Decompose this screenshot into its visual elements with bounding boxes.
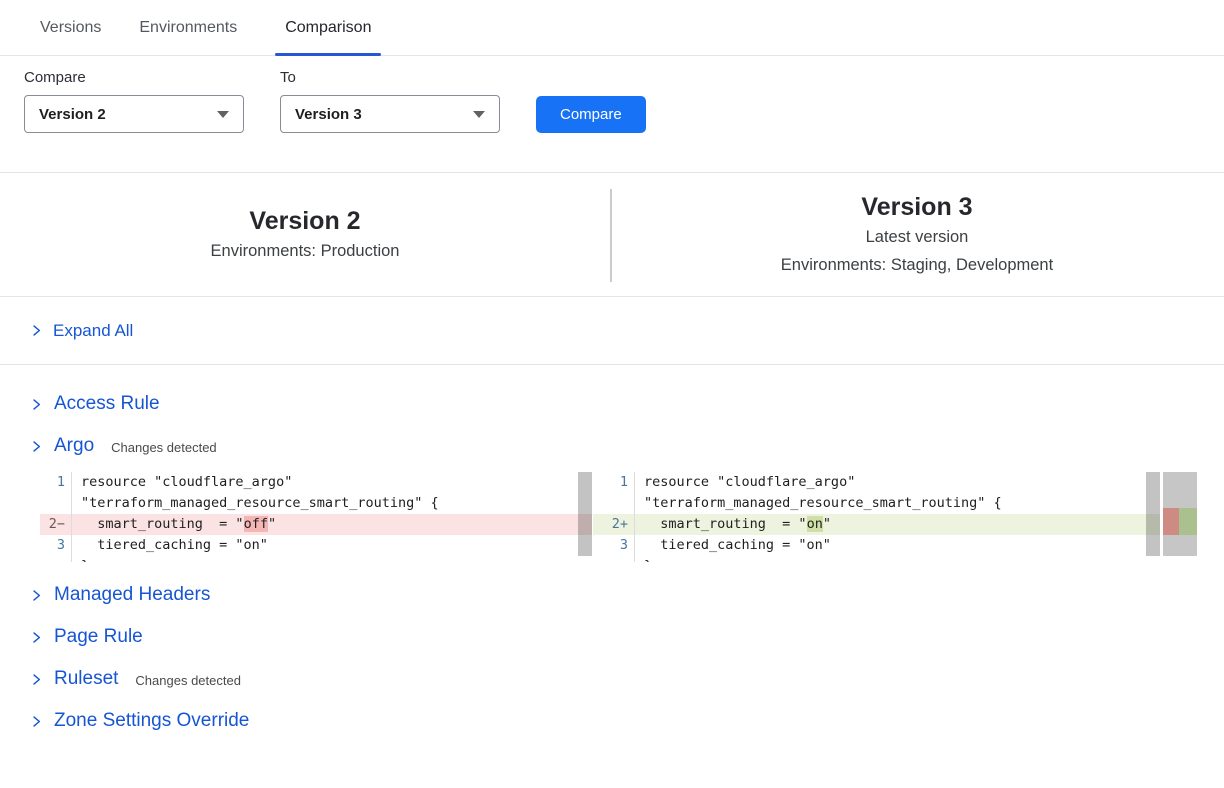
diff-line-removed: 2− smart_routing = "off" <box>40 514 592 535</box>
version-right-title: Version 3 <box>861 191 972 223</box>
code-text: resource "cloudflare_argo" <box>635 472 855 493</box>
compare-to-label: To <box>280 69 500 86</box>
vertical-divider <box>610 189 612 282</box>
section-row-ruleset[interactable]: Ruleset Changes detected <box>0 658 1224 700</box>
chevron-right-icon[interactable] <box>30 714 43 729</box>
code-text: } <box>72 556 89 562</box>
code-text: "terraform_managed_resource_smart_routin… <box>635 493 1002 514</box>
section-label: Managed Headers <box>54 584 210 606</box>
section-label: Zone Settings Override <box>54 710 249 732</box>
removed-token: off <box>244 516 268 532</box>
chevron-right-icon[interactable] <box>30 630 43 645</box>
line-number <box>40 556 72 562</box>
code-text: smart_routing = "on" <box>635 514 831 535</box>
line-number: 2+ <box>593 514 635 535</box>
diff-line: 1 resource "cloudflare_argo" <box>593 472 1160 493</box>
changes-detected-badge: Changes detected <box>111 438 217 455</box>
compare-button[interactable]: Compare <box>536 96 646 133</box>
diff-left-pane: 1 resource "cloudflare_argo" "terraform_… <box>40 472 592 562</box>
section-row-managed-headers[interactable]: Managed Headers <box>0 574 1224 616</box>
chevron-right-icon <box>30 323 43 338</box>
diff-line: } <box>40 556 592 562</box>
code-text: tiered_caching = "on" <box>635 535 831 556</box>
diff-line: 3 tiered_caching = "on" <box>40 535 592 556</box>
tab-versions[interactable]: Versions <box>40 0 101 55</box>
version-headers: Version 2 Environments: Production Versi… <box>0 173 1224 297</box>
added-token: on <box>807 516 823 532</box>
chevron-right-icon[interactable] <box>30 588 43 603</box>
compare-to-value: Version 3 <box>295 106 362 123</box>
changes-detected-badge: Changes detected <box>135 671 241 688</box>
line-number: 2− <box>40 514 72 535</box>
version-left-title: Version 2 <box>249 205 360 237</box>
compare-form: Compare Version 2 To Version 3 Compare <box>0 56 1224 173</box>
code-text: resource "cloudflare_argo" <box>72 472 292 493</box>
code-text: tiered_caching = "on" <box>72 535 268 556</box>
line-number: 1 <box>40 472 72 493</box>
chevron-right-icon[interactable] <box>30 439 43 454</box>
section-row-page-rule[interactable]: Page Rule <box>0 616 1224 658</box>
diff-line-added: 2+ smart_routing = "on" <box>593 514 1160 535</box>
tab-comparison[interactable]: Comparison <box>275 0 381 55</box>
diff-minimap[interactable] <box>1163 472 1197 556</box>
code-text: "terraform_managed_resource_smart_routin… <box>72 493 439 514</box>
compare-from-select[interactable]: Version 2 <box>24 95 244 133</box>
section-label: Access Rule <box>54 393 160 415</box>
section-label: Ruleset <box>54 668 118 690</box>
expand-all-button[interactable]: Expand All <box>0 297 1224 365</box>
code-text: smart_routing = "off" <box>72 514 276 535</box>
section-label: Page Rule <box>54 626 143 648</box>
line-number: 1 <box>593 472 635 493</box>
line-number <box>593 556 635 562</box>
compare-to-field: To Version 3 <box>280 69 500 133</box>
version-right-environments: Environments: Staging, Development <box>781 251 1053 279</box>
tab-environments[interactable]: Environments <box>139 0 237 55</box>
scrollbar[interactable] <box>1146 472 1160 556</box>
minimap-added-marker <box>1179 508 1197 535</box>
chevron-right-icon[interactable] <box>30 672 43 687</box>
code-text: } <box>635 556 652 562</box>
line-number: 3 <box>40 535 72 556</box>
diff-line: 1 resource "cloudflare_argo" <box>40 472 592 493</box>
argo-diff-viewer: 1 resource "cloudflare_argo" "terraform_… <box>40 472 1224 562</box>
compare-from-value: Version 2 <box>39 106 106 123</box>
chevron-right-icon[interactable] <box>30 397 43 412</box>
compare-from-field: Compare Version 2 <box>24 69 244 133</box>
expand-all-label: Expand All <box>53 321 133 341</box>
version-right-latest: Latest version <box>866 223 969 251</box>
section-label: Argo <box>54 435 94 457</box>
diff-line: "terraform_managed_resource_smart_routin… <box>593 493 1160 514</box>
chevron-down-icon <box>217 111 229 118</box>
line-number <box>40 493 72 514</box>
tab-bar: Versions Environments Comparison <box>0 0 1224 56</box>
chevron-down-icon <box>473 111 485 118</box>
scrollbar[interactable] <box>578 472 592 556</box>
version-right-panel: Version 3 Latest version Environments: S… <box>610 173 1224 296</box>
sections-list: Access Rule Argo Changes detected 1 reso… <box>0 365 1224 742</box>
diff-line: 3 tiered_caching = "on" <box>593 535 1160 556</box>
section-row-access-rule[interactable]: Access Rule <box>0 383 1224 425</box>
compare-from-label: Compare <box>24 69 244 86</box>
diff-right-pane: 1 resource "cloudflare_argo" "terraform_… <box>593 472 1160 562</box>
minimap-removed-marker <box>1163 508 1179 535</box>
section-row-argo[interactable]: Argo Changes detected <box>0 425 1224 467</box>
diff-line: "terraform_managed_resource_smart_routin… <box>40 493 592 514</box>
version-left-environments: Environments: Production <box>211 237 400 265</box>
compare-to-select[interactable]: Version 3 <box>280 95 500 133</box>
section-row-zone-settings-override[interactable]: Zone Settings Override <box>0 700 1224 742</box>
comparison-page: Versions Environments Comparison Compare… <box>0 0 1224 788</box>
diff-line: } <box>593 556 1160 562</box>
version-left-panel: Version 2 Environments: Production <box>0 173 610 296</box>
line-number: 3 <box>593 535 635 556</box>
line-number <box>593 493 635 514</box>
